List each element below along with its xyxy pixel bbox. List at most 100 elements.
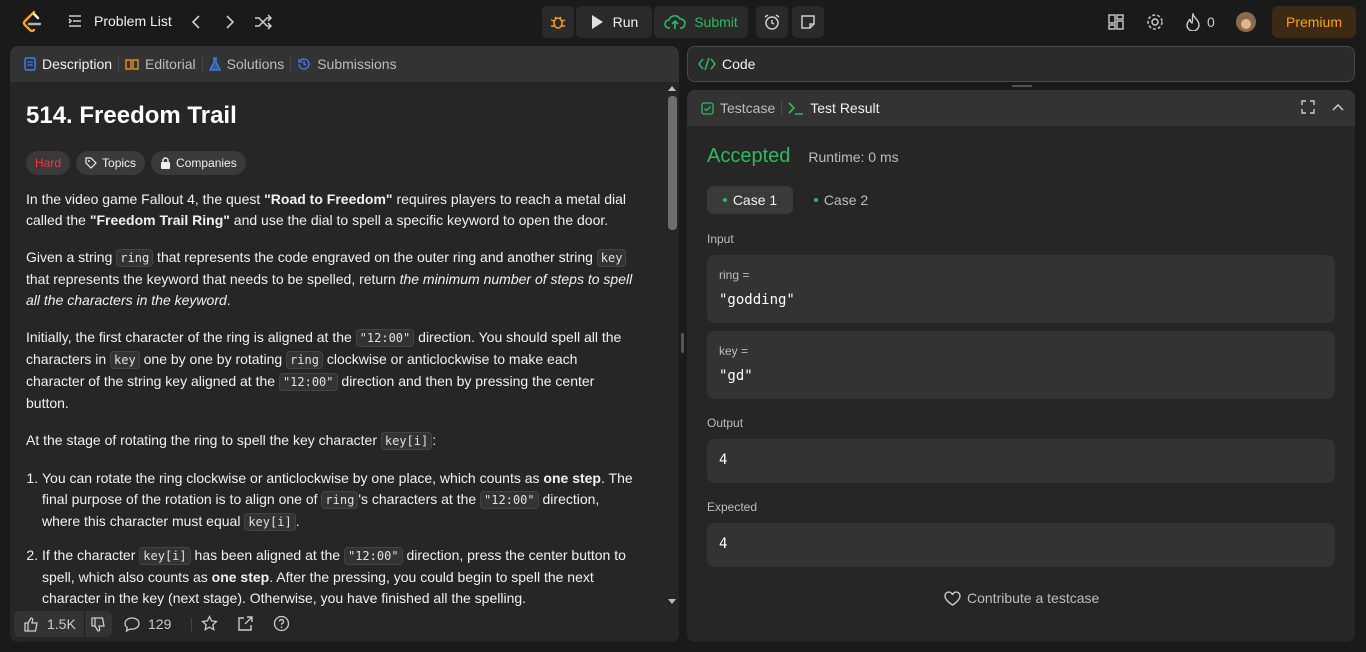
settings-button[interactable] [1146,13,1164,31]
inline-code: "12:00" [278,373,338,391]
shuffle-icon [253,12,273,32]
help-button[interactable] [273,615,290,632]
tab-description[interactable]: Description [18,46,118,82]
problem-list-label: Problem List [94,13,172,29]
code-brackets-icon [698,57,716,71]
text: and use the dial to spell a specific key… [229,212,609,228]
premium-button[interactable]: Premium [1272,6,1356,38]
input-key-box: key = "gd" [707,331,1335,399]
list-icon [66,12,84,30]
text: : [432,432,437,448]
note-icon [800,14,816,30]
companies-tag[interactable]: Companies [151,151,246,175]
inline-code: key[i] [380,432,433,450]
like-button[interactable]: 1.5K [14,611,84,637]
vote-group: 1.5K [14,611,112,637]
case-2-tab[interactable]: Case 2 [803,186,879,214]
input-ring-box: ring = "godding" [707,255,1335,323]
notes-button[interactable] [792,6,824,38]
list-item: If the character key[i] has been aligned… [42,545,638,609]
case-tabs: Case 1 Case 2 [707,186,879,214]
case-1-tab[interactable]: Case 1 [707,186,793,214]
submit-button[interactable]: Submit [654,6,748,38]
ring-label: ring = [719,268,750,282]
scrollbar-thumb[interactable] [668,96,677,230]
like-count: 1.5K [47,616,76,632]
maximize-icon [1301,100,1315,114]
text: 's characters at the [358,491,481,507]
scroll-up-arrow-icon[interactable] [668,86,676,91]
random-problem-button[interactable] [253,12,273,32]
code-panel[interactable]: Code [687,46,1355,82]
tab-test-result[interactable]: Test Result [782,90,885,126]
description-panel: Description Editorial Solutions Submissi… [10,46,679,642]
tab-solutions-label: Solutions [226,56,285,72]
paragraph: Given a string ring that represents the … [26,247,638,311]
text: . [295,513,300,529]
code-panel-header: Code [688,47,1354,81]
comments-button[interactable]: 129 [124,611,171,637]
inline-code: "12:00" [480,491,539,509]
inline-code: "12:00" [343,547,403,565]
layout-button[interactable] [1107,13,1125,31]
comment-icon [124,616,140,632]
inline-code: key[i] [244,513,296,531]
expected-box: 4 [707,523,1335,567]
tab-editorial-label: Editorial [145,56,196,72]
thumbs-down-icon [91,616,106,632]
flask-icon [208,57,221,71]
contribute-testcase-button[interactable]: Contribute a testcase [944,590,1099,606]
document-icon [24,57,36,71]
tab-solutions[interactable]: Solutions [203,46,291,82]
next-problem-button[interactable] [221,12,239,32]
question-circle-icon [273,615,290,632]
result-tabs: Testcase Test Result [687,90,1355,126]
dislike-button[interactable] [85,611,112,637]
tab-editorial[interactable]: Editorial [119,46,202,82]
difficulty-badge: Hard [26,151,71,175]
vertical-resize-handle[interactable] [681,333,684,353]
streak-count: 0 [1207,14,1215,30]
description-scrollbar[interactable] [667,84,677,604]
accepted-status: Accepted [707,145,791,167]
text: that represents the keyword that needs t… [26,271,400,287]
inline-code: key [596,249,627,267]
problem-list-button[interactable]: Problem List [66,12,172,30]
expected-heading: Expected [707,500,758,514]
share-button[interactable] [237,615,254,632]
collapse-button[interactable] [1331,100,1345,114]
scroll-down-arrow-icon[interactable] [668,599,676,604]
text: In the video game Fallout 4, the quest [26,191,265,207]
prev-problem-button[interactable] [187,12,205,32]
text: At the stage of rotating the ring to spe… [26,432,381,448]
output-box: 4 [707,439,1335,483]
paragraph: In the video game Fallout 4, the quest "… [26,189,638,231]
avatar[interactable] [1236,12,1256,32]
streak-counter[interactable]: 0 [1186,13,1215,31]
inline-code: ring [321,491,359,509]
pass-dot-icon [722,198,727,202]
favorite-button[interactable] [201,615,218,632]
maximize-button[interactable] [1301,100,1315,114]
layout-grid-icon [1107,13,1125,31]
inline-code: "12:00" [355,329,415,347]
heart-icon [944,590,961,606]
debug-button[interactable] [542,6,574,38]
timer-button[interactable] [756,6,788,38]
result-status: Accepted Runtime: 0 ms [707,145,899,168]
ring-value: "godding" [719,292,795,308]
horizontal-resize-handle[interactable] [1012,85,1032,87]
footer-divider [191,618,192,632]
expected-value: 4 [719,536,728,552]
play-icon [590,14,604,30]
terminal-icon [788,101,804,115]
tab-submissions[interactable]: Submissions [291,46,402,82]
leetcode-logo-icon[interactable] [21,10,43,34]
topics-tag[interactable]: Topics [76,151,146,175]
gear-icon [1146,13,1164,31]
text: one by one by rotating [139,351,287,367]
tab-testcase[interactable]: Testcase [695,90,781,126]
run-button[interactable]: Run [576,6,652,38]
text: that represents the code engraved on the… [153,249,597,265]
checkbox-icon [701,101,714,115]
